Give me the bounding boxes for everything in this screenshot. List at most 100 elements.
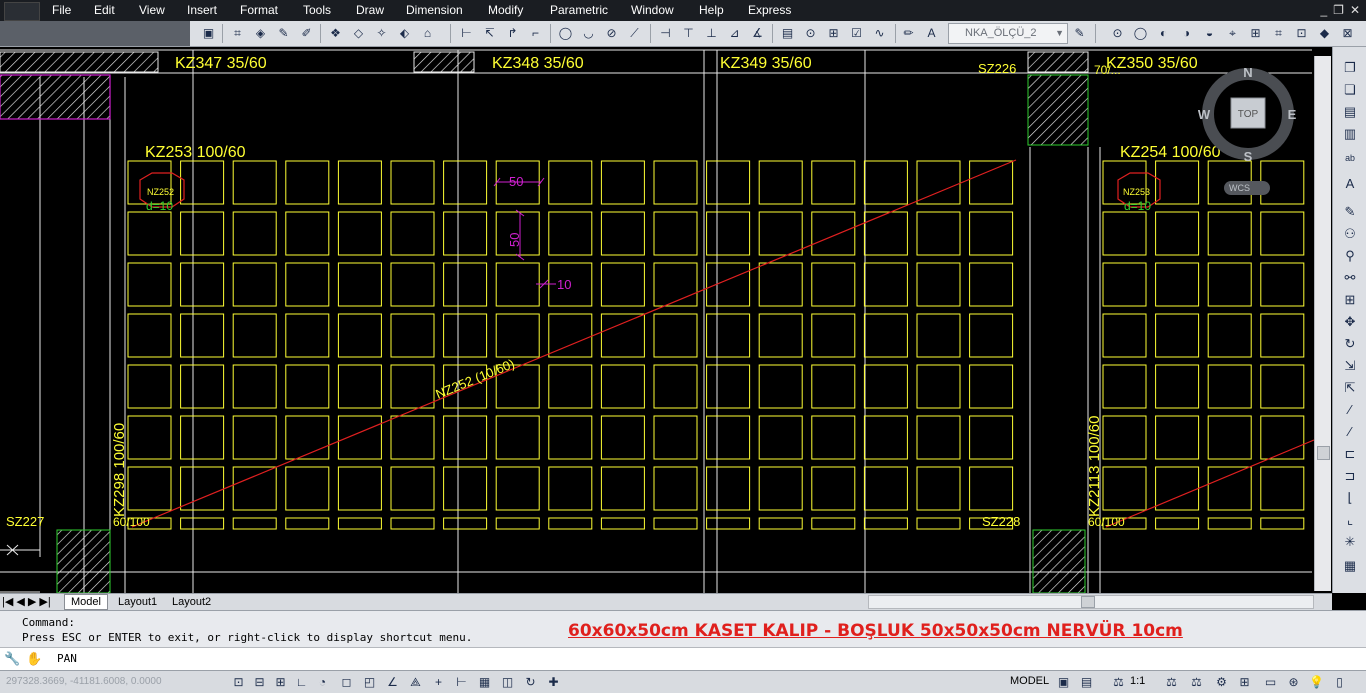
compass-east[interactable]: E xyxy=(1288,107,1297,122)
infer-icon[interactable]: ⊡ xyxy=(230,674,247,690)
menu-file[interactable]: File xyxy=(52,3,71,17)
table-icon[interactable]: ⊞ xyxy=(824,24,843,42)
am-icon[interactable]: ✚ xyxy=(545,674,562,690)
annotation-scale[interactable]: 1:1 xyxy=(1130,675,1145,687)
menu-parametric[interactable]: Parametric xyxy=(550,3,608,17)
erase-icon[interactable]: ✎ xyxy=(1340,203,1360,221)
menu-view[interactable]: View xyxy=(139,3,165,17)
lock-icon[interactable]: ⊞ xyxy=(1236,674,1253,690)
ortho-mode-icon[interactable]: ∟ xyxy=(293,674,310,690)
command-prompt[interactable]: 🔧 ✋ PAN xyxy=(0,647,1366,670)
model-space-button[interactable]: MODEL xyxy=(1010,675,1049,687)
mirror-icon[interactable]: ⚲ xyxy=(1340,247,1360,265)
zoom-ext-icon[interactable]: ◑ xyxy=(1177,24,1196,42)
join-icon[interactable]: ⊐ xyxy=(1340,467,1360,485)
ortho-icon[interactable]: ⌗ xyxy=(1269,24,1288,42)
grid-mode-icon[interactable]: ⊞ xyxy=(272,674,289,690)
dim-aligned-icon[interactable]: ⊥ xyxy=(702,24,721,42)
snap-mode-icon[interactable]: ⊟ xyxy=(251,674,268,690)
brush-icon[interactable]: ✎ xyxy=(274,24,293,42)
lineweight-icon[interactable]: ⊢ xyxy=(453,674,470,690)
move-icon[interactable]: ✥ xyxy=(1340,313,1360,331)
properties-icon[interactable]: ▦ xyxy=(1340,557,1360,575)
layer-props-icon[interactable]: ✎ xyxy=(1070,24,1089,42)
zoom-prev-icon[interactable]: ◐ xyxy=(1154,24,1173,42)
rotate-icon[interactable]: ↻ xyxy=(1340,335,1360,353)
minimize-icon[interactable]: _ xyxy=(1320,0,1327,21)
compass-north[interactable]: N xyxy=(1243,65,1252,80)
auto-scale-icon[interactable]: ⚖ xyxy=(1188,674,1205,690)
tab-model[interactable]: Model xyxy=(64,594,108,610)
menu-window[interactable]: Window xyxy=(631,3,674,17)
fillet-icon[interactable]: ⌐ xyxy=(526,24,545,42)
bulb-icon[interactable]: 💡 xyxy=(1308,674,1325,690)
block-icon[interactable]: ▤ xyxy=(778,24,797,42)
drawing-canvas[interactable]: KZ347 35/60 KZ348 35/60 KZ349 35/60 KZ35… xyxy=(0,47,1332,593)
tab-nav-icon[interactable]: |◀ ◀ ▶ ▶| xyxy=(0,595,53,609)
copy-object-icon[interactable]: ⚇ xyxy=(1340,225,1360,243)
command-current[interactable]: PAN xyxy=(57,652,77,665)
sc-icon[interactable]: ↻ xyxy=(522,674,539,690)
dim-icon[interactable]: ⊣ xyxy=(656,24,675,42)
zoom-window-icon[interactable]: ◯ xyxy=(1131,24,1150,42)
dim-angle-icon[interactable]: ∡ xyxy=(748,24,767,42)
copy-icon[interactable]: ❐ xyxy=(1340,59,1360,77)
ducs-icon[interactable]: ⟁ xyxy=(407,674,424,690)
view-cube[interactable]: TOP N S E W xyxy=(1198,64,1302,168)
arc-icon[interactable]: ◡ xyxy=(579,24,598,42)
layer-iso-icon[interactable]: ⬖ xyxy=(395,24,414,42)
regen-icon[interactable]: ◒ xyxy=(1200,24,1219,42)
annotation-visibility-icon[interactable]: ⚖ xyxy=(1163,674,1180,690)
close-icon[interactable]: ✕ xyxy=(1350,0,1360,21)
text-style-icon[interactable]: A xyxy=(1340,175,1360,193)
transparency-icon[interactable]: ▦ xyxy=(476,674,493,690)
hardware-accel-icon[interactable]: ▭ xyxy=(1262,674,1279,690)
spline-icon[interactable]: ∿ xyxy=(870,24,889,42)
layer-dropdown[interactable]: NKA_ÖLÇÜ_2 ▼ xyxy=(948,23,1068,44)
3dosnap-icon[interactable]: ◰ xyxy=(361,674,378,690)
layer-freeze-icon[interactable]: ❖ xyxy=(326,24,345,42)
trim-side-icon[interactable]: ⁄ xyxy=(1340,401,1360,419)
menu-express[interactable]: Express xyxy=(748,3,791,17)
spell-icon[interactable]: ᵃᵇ xyxy=(1340,151,1360,169)
otrack-icon[interactable]: ⊠ xyxy=(1338,24,1357,42)
snap-icon[interactable]: ⌖ xyxy=(1223,24,1242,42)
quick-view-drawings-icon[interactable]: ▤ xyxy=(1078,674,1095,690)
stack-icon[interactable]: ▤ xyxy=(1340,103,1360,121)
check-icon[interactable]: ☑ xyxy=(847,24,866,42)
clean-screen-icon[interactable]: ▯ xyxy=(1331,674,1348,690)
fillet-side-icon[interactable]: ⌞ xyxy=(1340,511,1360,529)
osnap-icon[interactable]: ◆ xyxy=(1315,24,1334,42)
menu-dimension[interactable]: Dimension xyxy=(406,3,463,17)
polar-icon[interactable]: ⊡ xyxy=(1292,24,1311,42)
layers-icon[interactable]: ▥ xyxy=(1340,125,1360,143)
menu-format[interactable]: Format xyxy=(240,3,278,17)
quick-view-layouts-icon[interactable]: ▣ xyxy=(1055,674,1072,690)
application-menu-button[interactable] xyxy=(4,2,40,21)
paste-icon[interactable]: ❏ xyxy=(1340,81,1360,99)
ruler-icon[interactable]: ⟋ xyxy=(625,24,644,42)
menu-draw[interactable]: Draw xyxy=(356,3,384,17)
tab-layout2[interactable]: Layout2 xyxy=(166,595,217,609)
ucs-menu[interactable]: WCS xyxy=(1224,181,1270,195)
workspace-icon[interactable]: ▣ xyxy=(199,24,218,42)
isolate-icon[interactable]: ⊛ xyxy=(1285,674,1302,690)
vertical-scrollbar[interactable] xyxy=(1314,56,1331,591)
layer-lock-icon[interactable]: ✧ xyxy=(372,24,391,42)
break-icon[interactable]: ⊏ xyxy=(1340,445,1360,463)
extend-icon[interactable]: ↱ xyxy=(503,24,522,42)
menu-help[interactable]: Help xyxy=(699,3,724,17)
restore-icon[interactable]: ❐ xyxy=(1333,0,1344,21)
line-icon[interactable]: ⊢ xyxy=(457,24,476,42)
orbit-icon[interactable]: ⊙ xyxy=(1108,24,1127,42)
dyn-icon[interactable]: + xyxy=(430,674,447,690)
point-icon[interactable]: ⊙ xyxy=(801,24,820,42)
otrack-mode-icon[interactable]: ∠ xyxy=(384,674,401,690)
compass-west[interactable]: W xyxy=(1198,107,1211,122)
layer-tool-icon[interactable]: ◈ xyxy=(251,24,270,42)
osnap-mode-icon[interactable]: ◻ xyxy=(338,674,355,690)
qp-icon[interactable]: ◫ xyxy=(499,674,516,690)
menu-edit[interactable]: Edit xyxy=(94,3,115,17)
offset-icon[interactable]: ⚯ xyxy=(1340,269,1360,287)
horizontal-scroll-thumb[interactable] xyxy=(1081,596,1095,608)
